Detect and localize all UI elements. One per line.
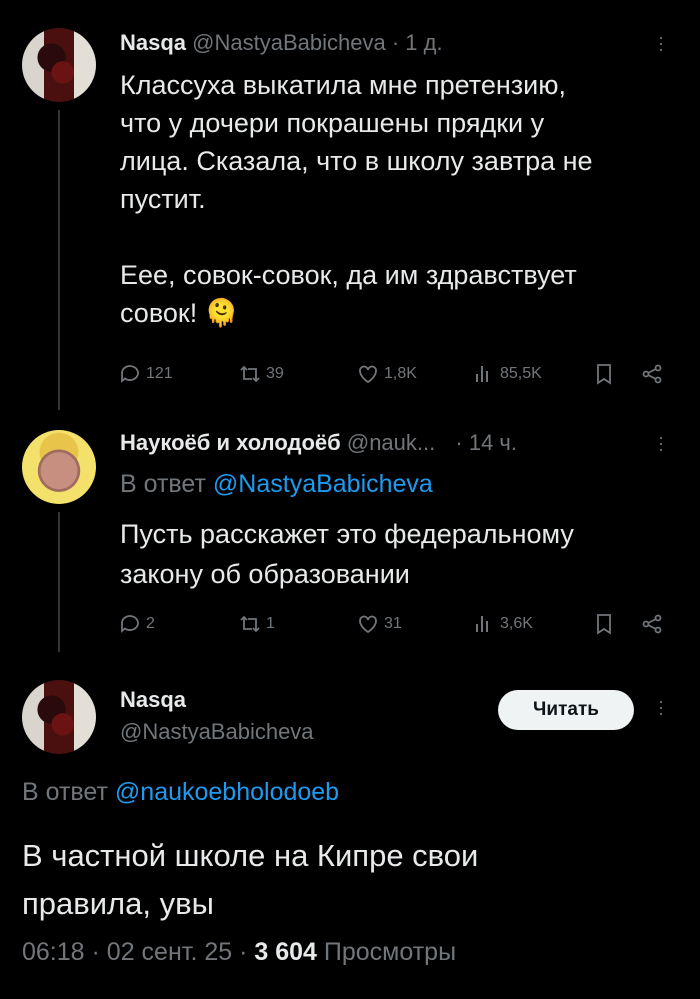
heart-icon [359, 615, 377, 634]
tweet-text-segment: совок! [120, 298, 198, 328]
timestamp[interactable]: 14 ч. [469, 430, 517, 455]
reply-count: 2 [146, 615, 155, 632]
reply-button[interactable]: 121 [118, 362, 173, 386]
like-count: 31 [384, 615, 402, 632]
share-button[interactable] [640, 612, 664, 636]
tweet-text-line: закону об образовании [120, 559, 410, 589]
separator-dot: · [391, 30, 400, 55]
display-name[interactable]: Nasqa [120, 30, 186, 55]
post-date[interactable]: 02 сент. 25 [107, 938, 232, 966]
views-label: Просмотры [323, 938, 457, 966]
tweet-text: В частной школе на Кипре свои правила, у… [22, 832, 682, 928]
repost-count: 1 [266, 615, 275, 632]
handle[interactable]: @NastyaBabicheva [120, 716, 314, 748]
tweet-text-line: В частной школе на Кипре свои [22, 838, 479, 873]
tweet-text-line: правила, увы [22, 886, 214, 921]
tweet-text-line: пустит. [120, 184, 206, 214]
bookmark-button[interactable] [592, 362, 616, 386]
reply-prefix: В ответ [22, 778, 108, 806]
views-count: 3 604 [254, 938, 317, 966]
views-icon [476, 616, 488, 632]
repost-count: 39 [266, 365, 284, 382]
repost-button[interactable]: 39 [238, 362, 284, 386]
separator-dot: · [455, 430, 463, 455]
reply-context: В ответ @naukoebholodoeb [22, 778, 339, 807]
reply-icon [121, 365, 139, 383]
views-button[interactable]: 3,6K [472, 612, 533, 636]
tweet-text: Пусть расскажет это федеральному закону … [120, 514, 680, 594]
reply-mention-link[interactable]: @naukoebholodoeb [115, 778, 339, 806]
tweet-text: Классуха выкатила мне претензию, что у д… [120, 66, 680, 332]
like-button[interactable]: 1,8K [356, 362, 417, 386]
more-options-icon[interactable]: · · · [656, 428, 666, 458]
share-icon [642, 364, 662, 384]
reply-context: В ответ @NastyaBabicheva [120, 470, 433, 499]
bookmark-icon [597, 614, 611, 635]
repost-icon [240, 615, 260, 633]
bookmark-button[interactable] [592, 612, 616, 636]
views-icon [476, 366, 488, 382]
reply-icon [121, 615, 139, 633]
repost-button[interactable]: 1 [238, 612, 275, 636]
post-time[interactable]: 06:18 [22, 938, 85, 966]
like-count: 1,8K [384, 365, 417, 382]
tweet-text-line: Классуха выкатила мне претензию, [120, 70, 566, 100]
more-options-icon[interactable]: · · · [656, 692, 666, 722]
tweet-text-line: Еее, совок-совок, да им здравствует [120, 260, 577, 290]
reply-mention-link[interactable]: @NastyaBabicheva [213, 470, 433, 498]
reply-count: 121 [146, 365, 173, 382]
thread-line [58, 110, 60, 410]
thread-line [58, 512, 60, 652]
melting-face-emoji: 🫠 [204, 298, 239, 328]
heart-icon [359, 365, 377, 384]
repost-icon [240, 365, 260, 383]
reply-prefix: В ответ [120, 470, 206, 498]
views-button[interactable]: 85,5K [472, 362, 542, 386]
views-count: 3,6K [500, 615, 533, 632]
reply-button[interactable]: 2 [118, 612, 155, 636]
share-button[interactable] [640, 362, 664, 386]
share-icon [642, 614, 662, 634]
display-name[interactable]: Наукоёб и холодоёб [120, 430, 341, 455]
separator-dot: · [239, 938, 248, 966]
separator-dot: · [91, 938, 100, 966]
more-options-icon[interactable]: · · · [656, 28, 666, 58]
tweet-meta: 06:18 · 02 сент. 25 · 3 604 Просмотры [22, 938, 456, 967]
tweet-text-line: совок! 🫠 [120, 294, 680, 332]
avatar[interactable] [22, 430, 96, 504]
avatar[interactable] [22, 680, 96, 754]
like-button[interactable]: 31 [356, 612, 402, 636]
tweet-text-line: Пусть расскажет это федеральному [120, 519, 574, 549]
author-block: Nasqa @NastyaBabicheva [120, 684, 314, 748]
handle[interactable]: @nauk... [347, 430, 435, 455]
handle[interactable]: @NastyaBabicheva [192, 30, 386, 55]
follow-button[interactable]: Читать [498, 690, 634, 730]
timestamp[interactable]: 1 д. [405, 30, 442, 55]
avatar[interactable] [22, 28, 96, 102]
tweet-header: Nasqa @NastyaBabicheva · 1 д. [120, 30, 443, 56]
views-count: 85,5K [500, 365, 542, 382]
tweet-text-line: что у дочери покрашены прядки у [120, 108, 545, 138]
tweet-header: Наукоёб и холодоёб @nauk... · 14 ч. [120, 430, 517, 456]
display-name[interactable]: Nasqa [120, 684, 314, 716]
tweet-text-line: лица. Сказала, что в школу завтра не [120, 146, 593, 176]
bookmark-icon [597, 364, 611, 385]
